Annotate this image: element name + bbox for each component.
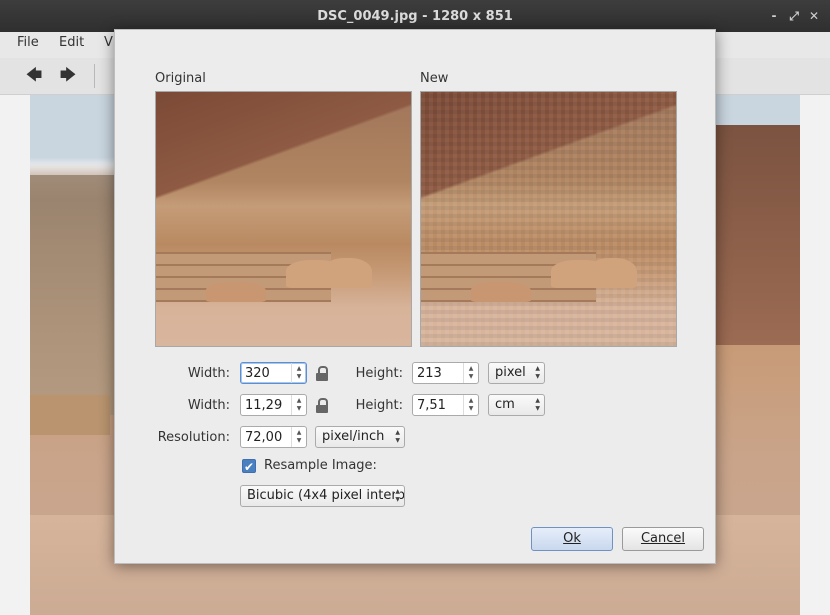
photo-cliff-left: [30, 175, 115, 415]
cancel-button[interactable]: Cancel: [622, 527, 704, 551]
window-titlebar: DSC_0049.jpg - 1280 x 851 ⁃ ⤢ ✕: [0, 0, 830, 32]
lock-aspect-icon[interactable]: [315, 398, 329, 413]
resize-dialog: Original New Width: ▲▼ Height: ▲▼ pixel …: [114, 29, 716, 564]
menu-file[interactable]: File: [17, 35, 39, 50]
lock-aspect-icon[interactable]: [315, 366, 329, 381]
toolbar-separator: [94, 64, 95, 88]
select-arrows-icon: ▲ ▼: [535, 365, 540, 380]
spin-up-icon: ▲: [468, 397, 474, 404]
spin-arrows[interactable]: ▲ ▼: [291, 363, 306, 383]
spin-down-icon: ▼: [468, 373, 474, 380]
preview-rock: [206, 282, 266, 302]
cm-width-input[interactable]: [241, 395, 293, 415]
pixel-height-spinbox[interactable]: ▲▼: [412, 362, 479, 384]
maximize-icon[interactable]: ⤢: [788, 0, 800, 33]
cm-width-spinbox[interactable]: ▲▼: [240, 394, 307, 416]
select-arrows-icon: ▲ ▼: [535, 397, 540, 412]
pixel-height-label: Height:: [355, 366, 403, 381]
close-icon[interactable]: ✕: [808, 0, 820, 33]
spin-up-icon: ▲: [296, 429, 302, 436]
original-label: Original: [155, 71, 206, 86]
cm-width-label: Width:: [187, 398, 230, 413]
pixel-width-label: Width:: [187, 366, 230, 381]
cm-unit-value: cm: [495, 397, 515, 412]
spin-arrows[interactable]: ▲ ▼: [291, 427, 306, 447]
spin-down-icon: ▼: [296, 405, 302, 412]
spin-up-icon: ▲: [468, 365, 474, 372]
resolution-unit-select[interactable]: pixel/inch ▲ ▼: [315, 426, 405, 448]
pixel-unit-select[interactable]: pixel ▲ ▼: [488, 362, 545, 384]
cm-height-input[interactable]: [413, 395, 465, 415]
resample-label: Resample Image:: [264, 458, 377, 473]
cancel-button-label: Cancel: [640, 531, 686, 546]
resample-method-value: Bicubic (4x4 pixel interp: [247, 488, 405, 503]
new-label: New: [420, 71, 449, 86]
resolution-spinbox[interactable]: ▲▼: [240, 426, 307, 448]
spin-up-icon: ▲: [296, 365, 302, 372]
resample-method-select[interactable]: Bicubic (4x4 pixel interp ▲ ▼: [240, 485, 405, 507]
pixel-height-input[interactable]: [413, 363, 465, 383]
pixel-unit-value: pixel: [495, 365, 526, 380]
spin-down-icon: ▼: [296, 373, 302, 380]
minimize-icon[interactable]: ⁃: [768, 0, 780, 33]
spin-up-icon: ▲: [296, 397, 302, 404]
preview-rock: [471, 282, 531, 302]
photo-wall-left: [30, 395, 110, 435]
spin-arrows[interactable]: ▲ ▼: [291, 395, 306, 415]
ok-button[interactable]: Ok: [531, 527, 613, 551]
resolution-unit-value: pixel/inch: [322, 429, 385, 444]
cm-height-spinbox[interactable]: ▲▼: [412, 394, 479, 416]
window-controls: ⁃ ⤢ ✕: [768, 0, 820, 32]
select-arrows-icon: ▲ ▼: [395, 488, 400, 504]
original-preview: [155, 91, 412, 347]
resample-checkbox[interactable]: ✔: [242, 459, 256, 474]
back-arrow-icon[interactable]: 🡄: [24, 66, 44, 84]
resolution-label: Resolution:: [157, 430, 230, 445]
spin-arrows[interactable]: ▲ ▼: [463, 363, 478, 383]
window-title: DSC_0049.jpg - 1280 x 851: [317, 9, 513, 24]
ok-button-label: Ok: [563, 531, 581, 546]
menu-edit[interactable]: Edit: [59, 35, 84, 50]
preview-rock: [324, 258, 372, 288]
new-preview: [420, 91, 677, 347]
preview-rock: [589, 258, 637, 288]
forward-arrow-icon[interactable]: 🡆: [58, 66, 78, 84]
spin-down-icon: ▼: [468, 405, 474, 412]
select-arrows-icon: ▲ ▼: [395, 429, 400, 444]
photo-cliff-right: [710, 125, 800, 345]
pixel-width-spinbox[interactable]: ▲▼: [240, 362, 307, 384]
cm-unit-select[interactable]: cm ▲ ▼: [488, 394, 545, 416]
menu-view[interactable]: V: [104, 35, 113, 50]
spin-arrows[interactable]: ▲ ▼: [463, 395, 478, 415]
spin-down-icon: ▼: [296, 437, 302, 444]
cm-height-label: Height:: [355, 398, 403, 413]
pixel-width-input[interactable]: [241, 363, 293, 383]
resolution-input[interactable]: [241, 427, 293, 447]
